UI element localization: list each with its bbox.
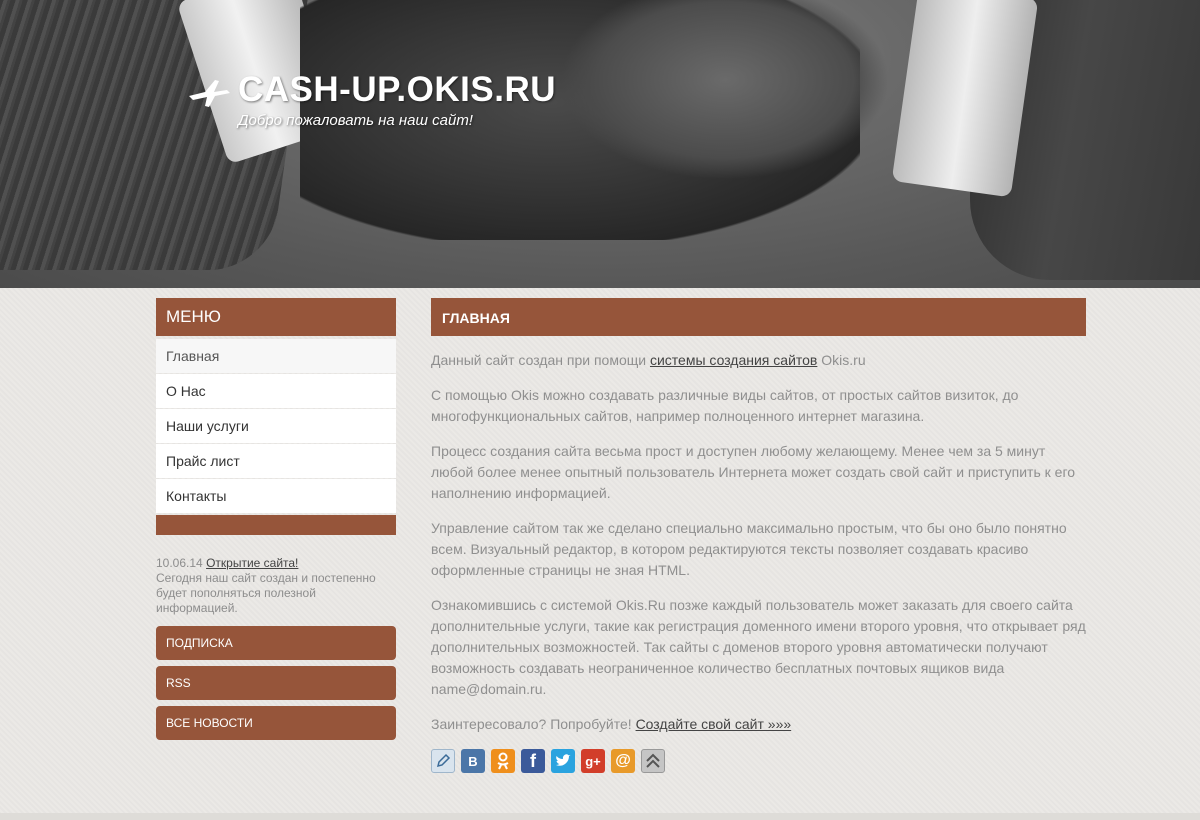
site-subtitle: Добро пожаловать на наш сайт! [238, 112, 473, 129]
livejournal-icon[interactable] [431, 749, 455, 773]
create-site-link[interactable]: Создайте свой сайт »»» [636, 716, 792, 732]
paragraph-1-text-end: Okis.ru [817, 352, 866, 368]
paragraph-4: Управление сайтом так же сделано специал… [431, 520, 1067, 578]
menu-title: Меню [156, 298, 396, 336]
site-title[interactable]: CASH-UP.OKIS.RU [238, 70, 556, 110]
more-share-icon[interactable] [641, 749, 665, 773]
footer-line [0, 813, 1200, 820]
news-text: Сегодня наш сайт создан и постепенно буд… [156, 571, 376, 615]
all-news-button[interactable]: Все новости [156, 706, 396, 740]
facebook-icon[interactable]: f [521, 749, 545, 773]
banner-image-hand-right [560, 0, 890, 180]
news-date: 10.06.14 [156, 556, 203, 570]
paragraph-5: Ознакомившись с системой Okis.Ru позже к… [431, 597, 1086, 697]
mail-ru-icon[interactable]: @ [611, 749, 635, 773]
rss-button[interactable]: RSS [156, 666, 396, 700]
menu-footer-bar [156, 515, 396, 535]
paragraph-6-text: Заинтересовало? Попробуйте! [431, 716, 636, 732]
vkontakte-icon[interactable]: B [461, 749, 485, 773]
paragraph-3: Процесс создания сайта весьма прост и до… [431, 443, 1076, 501]
paragraph-2: С помощью Okis можно создавать различные… [431, 387, 1019, 424]
header-banner: CASH-UP.OKIS.RU Добро пожаловать на наш … [0, 0, 1200, 288]
main-content: Главная Данный сайт создан при помощи си… [431, 298, 1086, 773]
menu-item-home[interactable]: Главная [156, 339, 396, 373]
news-link[interactable]: Открытие сайта! [206, 556, 298, 570]
odnoklassniki-icon[interactable] [491, 749, 515, 773]
google-plus-icon[interactable]: g+ [581, 749, 605, 773]
site-builder-link[interactable]: системы создания сайтов [650, 352, 817, 368]
menu-item-services[interactable]: Наши услуги [156, 409, 396, 443]
paragraph-1-text: Данный сайт создан при помощи [431, 352, 650, 368]
airplane-icon[interactable] [187, 76, 231, 110]
subscribe-button[interactable]: Подписка [156, 626, 396, 660]
paragraph-1: Данный сайт создан при помощи системы со… [431, 350, 1086, 371]
menu-item-about[interactable]: О Нас [156, 374, 396, 408]
paragraph-6: Заинтересовало? Попробуйте! Создайте сво… [431, 714, 1086, 735]
share-buttons: B f g+ @ [431, 749, 1086, 773]
menu-item-price-list[interactable]: Прайс лист [156, 444, 396, 478]
news-block: 10.06.14 Открытие сайта! Сегодня наш сай… [156, 556, 396, 616]
page-title: Главная [431, 298, 1086, 336]
menu-item-contacts[interactable]: Контакты [156, 479, 396, 513]
twitter-icon[interactable] [551, 749, 575, 773]
sidebar: Меню Главная О Нас Наши услуги Прайс лис… [156, 298, 396, 740]
